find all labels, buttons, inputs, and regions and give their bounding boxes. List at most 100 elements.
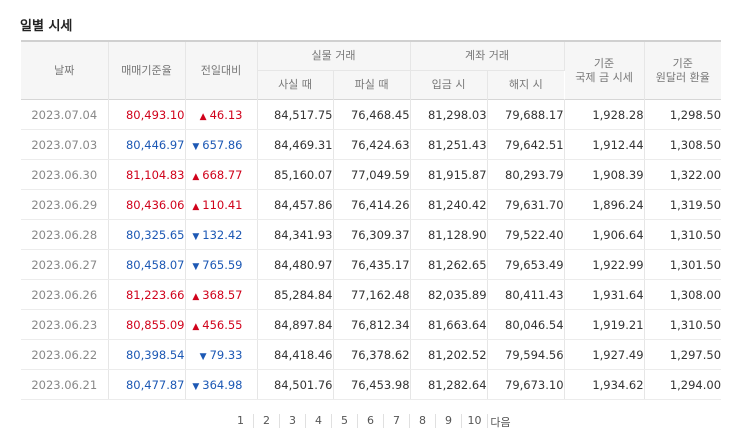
cell-intl-gold: 1,928.28 (564, 99, 645, 130)
table-row: 2023.06.22 80,398.54 ▼ 79.33 84,418.46 76,378… (21, 339, 722, 370)
cell-date: 2023.06.29 (21, 189, 109, 220)
cell-krw-usd: 1,298.50 (644, 99, 722, 130)
cell-change: ▲ 456.55 (185, 309, 258, 340)
cell-intl-gold: 1,908.39 (564, 159, 645, 190)
table-row: 2023.06.26 81,223.66 ▲ 368.57 85,284.84 77,16… (21, 279, 722, 310)
cell-intl-gold: 1,931.64 (564, 279, 645, 310)
cell-cash-buy: 84,480.97 (257, 249, 334, 280)
cell-deposit: 81,240.42 (410, 189, 488, 220)
cell-cash-buy: 84,897.84 (257, 309, 334, 340)
cell-cash-buy: 84,517.75 (257, 99, 334, 130)
table-row: 2023.07.04 80,493.10 ▲ 46.13 84,517.75 76,468… (21, 99, 722, 130)
cell-withdraw: 79,631.70 (487, 189, 565, 220)
header-intl-gold-line1: 기준 (593, 56, 615, 70)
cell-cash-buy: 84,501.76 (257, 369, 334, 400)
cell-cash-buy: 85,160.07 (257, 159, 334, 190)
cell-change: ▼ 79.33 (185, 339, 258, 370)
cell-deposit: 81,663.64 (410, 309, 488, 340)
pagination-page[interactable]: 10 (461, 414, 487, 428)
cell-date: 2023.06.26 (21, 279, 109, 310)
cell-date: 2023.06.21 (21, 369, 109, 400)
cell-date: 2023.07.04 (21, 99, 109, 130)
change-value: 132.42 (202, 227, 243, 242)
pagination-page[interactable]: 4 (305, 414, 331, 428)
cell-cash-sell: 76,309.37 (333, 219, 411, 250)
pagination-page[interactable]: 2 (253, 414, 279, 428)
cell-deposit: 81,262.65 (410, 249, 488, 280)
pagination-page[interactable]: 7 (383, 414, 409, 428)
cell-withdraw: 80,293.79 (487, 159, 565, 190)
cell-intl-gold: 1,896.24 (564, 189, 645, 220)
change-value: 368.57 (202, 287, 243, 302)
change-value: 668.77 (202, 167, 243, 182)
triangle-down-icon: ▼ (192, 261, 200, 272)
cell-withdraw: 79,653.49 (487, 249, 565, 280)
triangle-up-icon: ▲ (192, 171, 200, 182)
cell-intl-gold: 1,922.99 (564, 249, 645, 280)
pagination-page[interactable]: 5 (331, 414, 357, 428)
cell-krw-usd: 1,310.50 (644, 309, 722, 340)
cell-cash-buy: 84,457.86 (257, 189, 334, 220)
cell-cash-sell: 76,468.45 (333, 99, 411, 130)
pagination-page[interactable]: 1 (228, 414, 253, 428)
cell-base-rate: 80,855.09 (108, 309, 186, 340)
cell-cash-sell: 77,049.59 (333, 159, 411, 190)
change-value: 46.13 (209, 107, 243, 122)
header-base-rate: 매매기준율 (108, 40, 186, 100)
table-row: 2023.06.27 80,458.07 ▼ 765.59 84,480.97 76,43… (21, 249, 722, 280)
cell-base-rate: 80,325.65 (108, 219, 186, 250)
table-row: 2023.06.23 80,855.09 ▲ 456.55 84,897.84 76,81… (21, 309, 722, 340)
cell-date: 2023.06.22 (21, 339, 109, 370)
cell-change: ▼ 657.86 (185, 129, 258, 160)
cell-cash-buy: 84,469.31 (257, 129, 334, 160)
cell-base-rate: 80,398.54 (108, 339, 186, 370)
header-cash-sell: 파실 때 (333, 70, 411, 100)
cell-date: 2023.06.23 (21, 309, 109, 340)
cell-intl-gold: 1,927.49 (564, 339, 645, 370)
cell-deposit: 81,251.43 (410, 129, 488, 160)
pagination-page[interactable]: 3 (279, 414, 305, 428)
cell-krw-usd: 1,297.50 (644, 339, 722, 370)
cell-change: ▲ 110.41 (185, 189, 258, 220)
table-row: 2023.06.21 80,477.87 ▼ 364.98 84,501.76 76,45… (21, 369, 722, 400)
daily-quotes-table: 날짜 매매기준율 전일대비 실물 거래 계좌 거래 기준 국제 금 시세 기준 … (21, 40, 722, 400)
triangle-up-icon: ▲ (192, 321, 200, 332)
cell-withdraw: 80,411.43 (487, 279, 565, 310)
cell-change: ▲ 46.13 (185, 99, 258, 130)
cell-withdraw: 79,594.56 (487, 339, 565, 370)
cell-cash-sell: 76,414.26 (333, 189, 411, 220)
triangle-up-icon: ▲ (192, 201, 200, 212)
table-row: 2023.06.29 80,436.06 ▲ 110.41 84,457.86 76,41… (21, 189, 722, 220)
cell-cash-sell: 76,424.63 (333, 129, 411, 160)
pagination-next[interactable]: 다음 (487, 414, 513, 429)
cell-krw-usd: 1,308.50 (644, 129, 722, 160)
pagination-page[interactable]: 8 (409, 414, 435, 428)
cell-withdraw: 80,046.54 (487, 309, 565, 340)
cell-base-rate: 80,477.87 (108, 369, 186, 400)
cell-change: ▼ 364.98 (185, 369, 258, 400)
cell-krw-usd: 1,322.00 (644, 159, 722, 190)
header-krw-usd-line1: 기준 (672, 56, 693, 70)
change-value: 79.33 (209, 347, 243, 362)
pagination-page[interactable]: 9 (435, 414, 461, 428)
cell-withdraw: 79,642.51 (487, 129, 565, 160)
cell-cash-sell: 76,435.17 (333, 249, 411, 280)
cell-deposit: 81,915.87 (410, 159, 488, 190)
cell-withdraw: 79,673.10 (487, 369, 565, 400)
cell-cash-buy: 85,284.84 (257, 279, 334, 310)
cell-base-rate: 81,223.66 (108, 279, 186, 310)
cell-krw-usd: 1,301.50 (644, 249, 722, 280)
table-row: 2023.06.28 80,325.65 ▼ 132.42 84,341.93 76,30… (21, 219, 722, 250)
cell-deposit: 81,298.03 (410, 99, 488, 130)
cell-base-rate: 81,104.83 (108, 159, 186, 190)
cell-deposit: 81,202.52 (410, 339, 488, 370)
cell-deposit: 81,128.90 (410, 219, 488, 250)
header-intl-gold-line2: 국제 금 시세 (575, 70, 633, 84)
change-value: 110.41 (202, 197, 243, 212)
cell-krw-usd: 1,310.50 (644, 219, 722, 250)
triangle-up-icon: ▲ (199, 111, 207, 122)
cell-deposit: 82,035.89 (410, 279, 488, 310)
cell-cash-sell: 77,162.48 (333, 279, 411, 310)
pagination-page[interactable]: 6 (357, 414, 383, 428)
cell-base-rate: 80,436.06 (108, 189, 186, 220)
